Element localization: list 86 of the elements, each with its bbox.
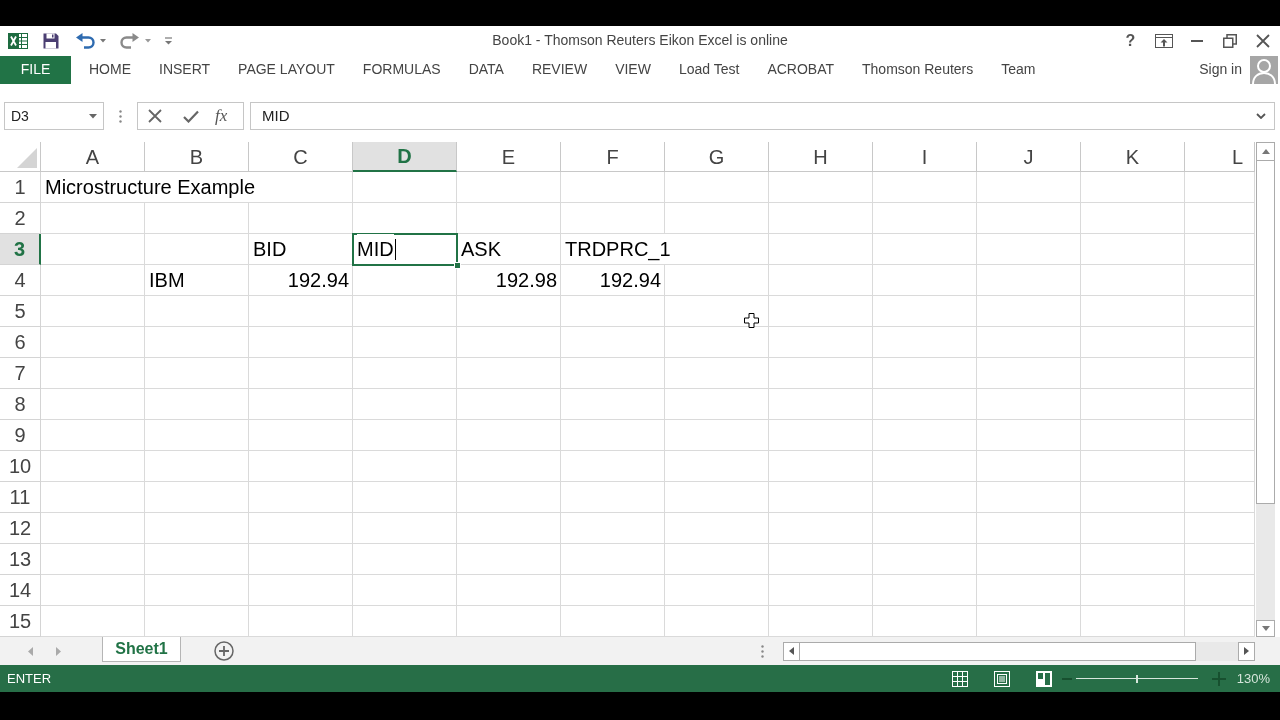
ribbon-tab[interactable]: Load Test bbox=[664, 55, 754, 84]
cancel-icon[interactable] bbox=[148, 109, 162, 123]
up-arrow-icon[interactable] bbox=[1261, 149, 1270, 154]
customize-toolbar-icon[interactable] bbox=[165, 36, 172, 45]
sign-in-link[interactable]: Sign in bbox=[1199, 59, 1242, 80]
grip-dots-icon[interactable] bbox=[761, 644, 764, 658]
row-header[interactable]: 11 bbox=[0, 482, 41, 513]
scroll-up-button[interactable] bbox=[1256, 142, 1275, 161]
formula-input[interactable]: MID bbox=[250, 102, 1275, 130]
column-header[interactable]: I bbox=[873, 142, 977, 172]
column-header[interactable]: E bbox=[457, 142, 561, 172]
row-header[interactable]: 10 bbox=[0, 451, 41, 482]
cell-text: TRDPRC_1 bbox=[565, 234, 671, 264]
sheet-tab[interactable]: Sheet1 bbox=[102, 637, 181, 662]
row-header[interactable]: 4 bbox=[0, 265, 41, 296]
enter-check-icon[interactable] bbox=[183, 109, 199, 123]
row-header[interactable]: 12 bbox=[0, 513, 41, 544]
row-header[interactable]: 2 bbox=[0, 203, 41, 234]
row-header[interactable]: 6 bbox=[0, 327, 41, 358]
row-header[interactable]: 8 bbox=[0, 389, 41, 420]
caret-icon[interactable] bbox=[100, 38, 106, 43]
ribbon-tab[interactable]: ACROBAT bbox=[753, 55, 848, 84]
scroll-left-button[interactable] bbox=[783, 641, 800, 661]
row-header[interactable]: 5 bbox=[0, 296, 41, 327]
row-header[interactable]: 1 bbox=[0, 172, 41, 203]
zoom-slider-thumb[interactable] bbox=[1135, 674, 1138, 683]
scroll-right-button[interactable] bbox=[1238, 641, 1255, 661]
minimize-icon[interactable] bbox=[1190, 39, 1203, 42]
zoom-level: 130% bbox=[1236, 669, 1270, 688]
row-header[interactable]: 15 bbox=[0, 606, 41, 637]
ribbon-tab[interactable]: INSERT bbox=[145, 55, 225, 84]
left-arrow-icon[interactable] bbox=[789, 647, 794, 655]
row-header[interactable]: 14 bbox=[0, 575, 41, 606]
row-header[interactable]: 3 bbox=[0, 234, 41, 265]
ribbon-tab[interactable]: REVIEW bbox=[517, 55, 602, 84]
fill-handle-icon[interactable] bbox=[454, 262, 461, 269]
scroll-down-button[interactable] bbox=[1256, 620, 1275, 637]
restore-icon[interactable] bbox=[1222, 33, 1237, 48]
column-header[interactable]: A bbox=[41, 142, 145, 172]
insert-function-button[interactable]: fx bbox=[215, 103, 228, 129]
redo-icon[interactable] bbox=[120, 32, 139, 49]
help-button[interactable]: ? bbox=[1114, 27, 1147, 54]
vertical-scrollbar[interactable] bbox=[1256, 161, 1275, 620]
expand-chevron-icon[interactable] bbox=[1256, 113, 1266, 119]
column-header[interactable]: H bbox=[769, 142, 873, 172]
right-arrow-icon[interactable] bbox=[1244, 647, 1249, 655]
name-box[interactable]: D3 bbox=[4, 102, 104, 130]
dropdown-caret-icon[interactable] bbox=[89, 113, 97, 119]
row-header[interactable]: 13 bbox=[0, 544, 41, 575]
ribbon-tab[interactable]: Team bbox=[987, 55, 1050, 84]
status-mode: ENTER bbox=[7, 669, 52, 688]
column-header[interactable]: L bbox=[1185, 142, 1255, 172]
page-layout-view-icon[interactable] bbox=[993, 670, 1010, 687]
active-cell[interactable]: MID bbox=[353, 234, 457, 265]
caret-icon[interactable] bbox=[145, 38, 151, 43]
spreadsheet-logo-icon[interactable] bbox=[8, 31, 28, 50]
plus-circle-icon[interactable] bbox=[214, 641, 234, 661]
column-header[interactable]: C bbox=[249, 142, 353, 172]
row-header[interactable]: 7 bbox=[0, 358, 41, 389]
ribbon-tab[interactable]: DATA bbox=[454, 55, 518, 84]
zoom-slider[interactable] bbox=[1075, 672, 1198, 685]
column-header[interactable]: F bbox=[561, 142, 665, 172]
ribbon-tab[interactable]: HOME bbox=[75, 55, 145, 84]
column-header[interactable]: B bbox=[145, 142, 249, 172]
scrollbar-thumb[interactable] bbox=[1256, 161, 1275, 504]
row-header[interactable]: 9 bbox=[0, 420, 41, 451]
undo-icon[interactable] bbox=[76, 32, 95, 49]
ribbon-tab[interactable]: Thomson Reuters bbox=[848, 55, 988, 84]
column-header[interactable]: K bbox=[1081, 142, 1185, 172]
window-title: Book1 - Thomson Reuters Eikon Excel is online bbox=[492, 31, 788, 50]
file-tab[interactable]: FILE bbox=[0, 55, 71, 84]
grip-dots-icon[interactable] bbox=[119, 109, 122, 123]
ribbon-tab[interactable]: VIEW bbox=[601, 55, 665, 84]
column-header[interactable]: J bbox=[977, 142, 1081, 172]
save-icon[interactable] bbox=[43, 32, 59, 49]
cross-pointer-icon bbox=[744, 313, 759, 328]
down-arrow-icon[interactable] bbox=[1261, 626, 1270, 631]
ribbon-display-options-icon[interactable] bbox=[1154, 33, 1173, 48]
close-icon[interactable] bbox=[1255, 33, 1270, 48]
ribbon-tab[interactable]: FORMULAS bbox=[348, 55, 455, 84]
normal-view-icon[interactable] bbox=[951, 670, 968, 687]
page-break-view-icon[interactable] bbox=[1035, 670, 1052, 687]
column-header[interactable]: G bbox=[665, 142, 769, 172]
cell-text: Microstructure Example bbox=[45, 172, 256, 202]
column-header[interactable]: D bbox=[353, 142, 457, 172]
ribbon-tab[interactable]: PAGE LAYOUT bbox=[224, 55, 349, 84]
